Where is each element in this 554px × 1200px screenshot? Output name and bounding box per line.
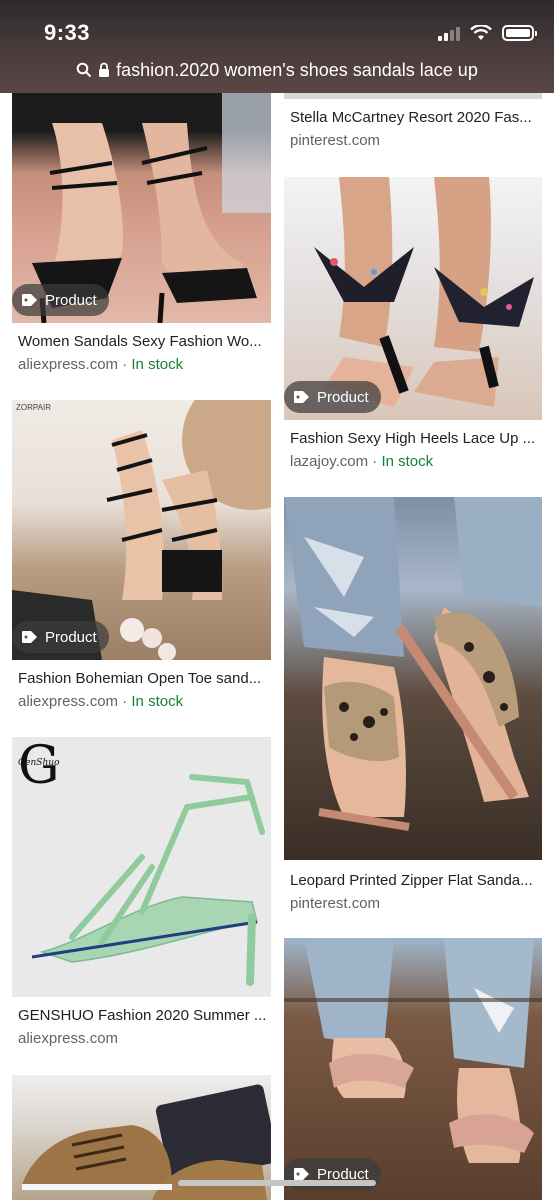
result-card-high-heels-lace[interactable]: Product Fashion Sexy High Heels Lace Up … (284, 177, 542, 482)
result-card-stella-mccartney[interactable]: Stella McCartney Resort 2020 Fas... pint… (284, 93, 542, 163)
tag-icon (294, 1168, 309, 1180)
meta-separator: · (368, 453, 382, 470)
result-source: aliexpress.com (18, 356, 119, 373)
leopard-flat-sandals-illustration (284, 497, 542, 831)
product-image[interactable] (284, 497, 542, 860)
result-title[interactable]: Fashion Sexy High Heels Lace Up ... (290, 430, 540, 447)
wifi-icon (470, 25, 492, 40)
browser-top-bar: 9:33 fashion.2020 women's shoes sandals … (0, 0, 554, 93)
badge-label: Product (45, 628, 97, 646)
result-title[interactable]: Leopard Printed Zipper Flat Sanda... (290, 872, 540, 889)
result-title[interactable]: GENSHUO Fashion 2020 Summer ... (18, 1007, 268, 1024)
stock-status: In stock (131, 693, 184, 710)
result-card-leopard-sandals[interactable]: Leopard Printed Zipper Flat Sanda... pin… (284, 497, 542, 917)
result-source: aliexpress.com (18, 693, 119, 710)
product-badge: Product (284, 381, 381, 413)
result-meta: aliexpress.com · In stock (18, 356, 183, 373)
result-card-genshuo[interactable]: G GenShuo GENSHUO Fashion 2020 Summer ..… (12, 737, 271, 1057)
badge-label: Product (317, 388, 369, 406)
product-badge: Product (12, 284, 109, 316)
logo-text: GenShuo (18, 758, 60, 768)
tag-icon (294, 391, 309, 403)
product-image[interactable]: Product (284, 938, 542, 1200)
tag-icon (22, 631, 37, 643)
green-strappy-heel-illustration: G GenShuo (18, 737, 265, 986)
product-badge: Product (12, 621, 109, 653)
stock-status: In stock (381, 453, 434, 470)
result-card-bohemian-sandals[interactable]: ZORPAIR Product Fashion Bohemian Open To… (12, 400, 271, 720)
home-indicator[interactable] (178, 1180, 376, 1186)
search-icon (76, 62, 92, 78)
lock-icon (99, 62, 110, 77)
result-meta: aliexpress.com · In stock (18, 693, 183, 710)
result-source: pinterest.com (290, 895, 381, 912)
battery-icon (502, 25, 537, 41)
brand-mark: ZORPAIR (16, 403, 51, 412)
meta-separator: · (118, 356, 132, 373)
result-source: aliexpress.com (18, 1030, 119, 1047)
product-image[interactable]: Product (284, 177, 542, 420)
result-title[interactable]: Fashion Bohemian Open Toe sand... (18, 670, 268, 687)
result-title[interactable]: Women Sandals Sexy Fashion Wo... (18, 333, 268, 350)
product-image[interactable]: ZORPAIR Product (12, 400, 271, 660)
result-card-ruffle-sandals[interactable]: Product (284, 938, 542, 1200)
address-bar[interactable]: fashion.2020 women's shoes sandals lace … (0, 56, 554, 84)
result-meta: pinterest.com (290, 895, 380, 912)
badge-label: Product (45, 291, 97, 309)
status-icons (438, 24, 537, 42)
product-image[interactable]: Product (12, 93, 271, 323)
url-text: fashion.2020 women's shoes sandals lace … (116, 59, 478, 80)
cellular-signal-icon (438, 25, 460, 41)
result-meta: lazajoy.com · In stock (290, 453, 433, 470)
product-image[interactable]: G GenShuo (12, 737, 271, 997)
result-source: lazajoy.com (290, 453, 369, 470)
result-meta: aliexpress.com (18, 1030, 118, 1047)
meta-separator: · (118, 693, 132, 710)
result-title[interactable]: Stella McCartney Resort 2020 Fas... (290, 109, 540, 126)
stock-status: In stock (131, 356, 184, 373)
result-meta: pinterest.com (290, 132, 380, 149)
product-image[interactable] (284, 93, 542, 99)
status-time: 9:33 (44, 20, 91, 45)
result-card-women-sandals[interactable]: Product Women Sandals Sexy Fashion Wo...… (12, 93, 271, 383)
result-source: pinterest.com (290, 132, 381, 149)
tag-icon (22, 294, 37, 306)
